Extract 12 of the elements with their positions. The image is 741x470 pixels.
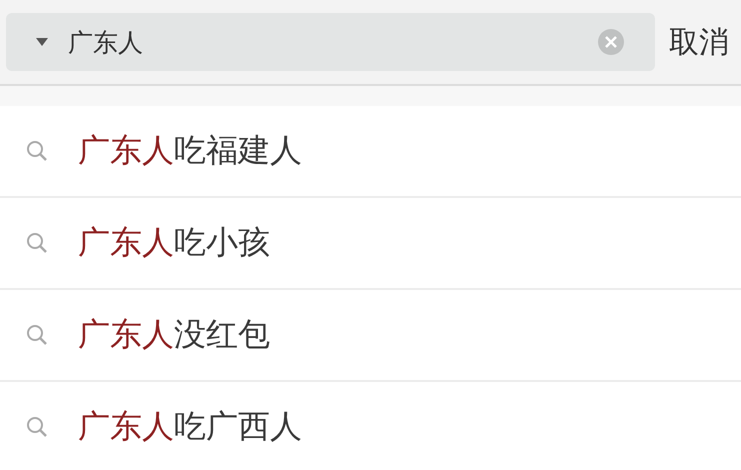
- search-icon: [26, 416, 48, 438]
- cancel-button[interactable]: 取消: [669, 22, 735, 62]
- suggestion-item[interactable]: 广东人吃小孩: [78, 221, 270, 265]
- search-icon: [26, 140, 48, 162]
- search-input-text: 广东人: [68, 26, 144, 58]
- search-icon: [26, 232, 48, 254]
- suggestion-item[interactable]: 广东人没红包: [78, 313, 270, 357]
- suggestion-item[interactable]: 广东人吃福建人: [78, 129, 302, 173]
- search-field[interactable]: 广东人: [6, 13, 655, 71]
- search-icon: [26, 324, 48, 346]
- caret-icon[interactable]: [36, 38, 48, 46]
- suggestion-item[interactable]: 广东人吃广西人: [78, 405, 302, 449]
